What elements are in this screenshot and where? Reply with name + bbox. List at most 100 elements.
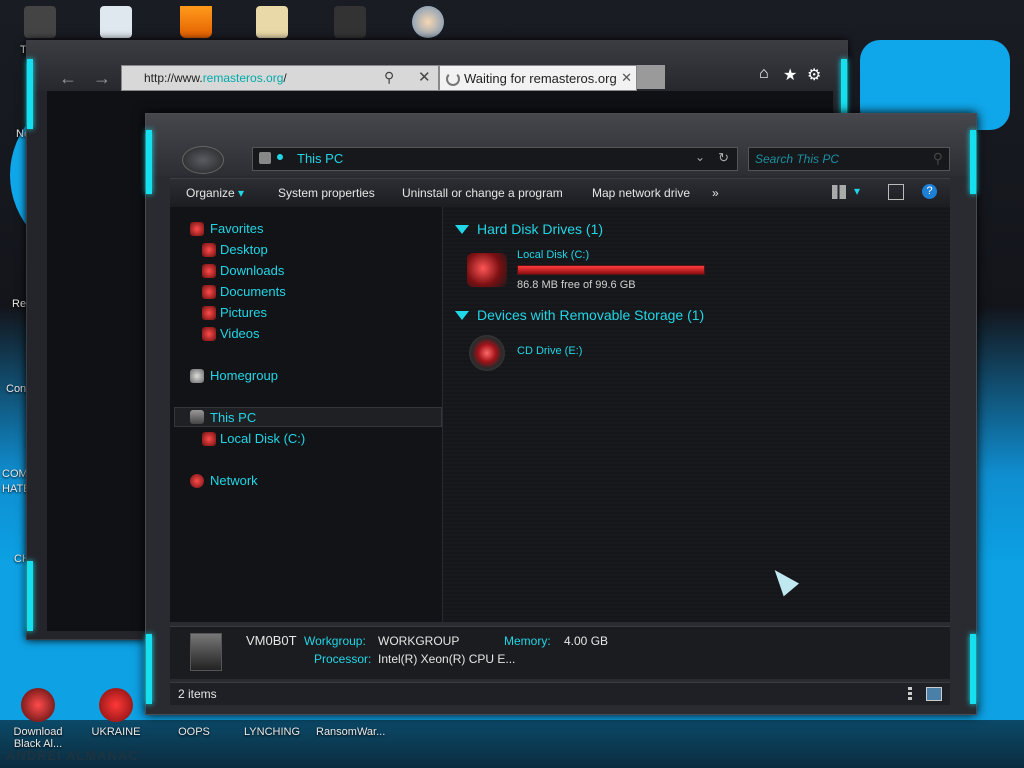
navigation-pane: Favorites Desktop Downloads Documents Pi… — [170, 207, 443, 622]
nav-item-videos[interactable]: Videos — [220, 326, 260, 341]
mouse-cursor-icon — [766, 563, 800, 597]
content-pane: Hard Disk Drives (1) Local Disk (C:) 86.… — [443, 207, 950, 622]
desktop-icon-top[interactable] — [334, 6, 366, 38]
organize-button[interactable]: Organize ▾ — [186, 186, 244, 200]
group-header-removable-storage[interactable]: Devices with Removable Storage (1) — [477, 307, 704, 323]
nav-item-downloads[interactable]: Downloads — [220, 263, 284, 278]
location-text: This PC — [297, 151, 344, 166]
user-icon[interactable] — [412, 6, 444, 38]
homegroup-icon — [190, 369, 204, 383]
drive-name: Local Disk (C:) — [517, 249, 590, 261]
desktop-icon-label: UKRAINE — [91, 726, 141, 738]
drive-free-space: 86.8 MB free of 99.6 GB — [517, 279, 636, 291]
search-input[interactable]: Search This PC ⚲ — [748, 147, 950, 171]
nav-item-pictures[interactable]: Pictures — [220, 305, 267, 320]
nav-item-local-disk[interactable]: Local Disk (C:) — [220, 431, 305, 446]
nav-item-this-pc[interactable]: This PC — [210, 410, 256, 425]
gear-icon[interactable]: ⚙ — [807, 65, 821, 85]
desktop: T Ne Req Cont COMM HATE CH Download Blac… — [0, 0, 1024, 768]
processor-value: Intel(R) Xeon(R) CPU E... — [378, 652, 516, 666]
workgroup-label: Workgroup: — [304, 634, 366, 648]
item-count: 2 items — [178, 687, 217, 701]
search-icon[interactable]: ⚲ — [933, 150, 943, 167]
nav-item-documents[interactable]: Documents — [220, 284, 286, 299]
pictures-icon — [202, 306, 216, 320]
cyan-accent — [146, 634, 152, 704]
drive-item-cd-drive[interactable]: CD Drive (E:) — [463, 335, 623, 375]
desktop-icon-label: Download Black Al... — [13, 726, 63, 750]
nav-item-homegroup[interactable]: Homegroup — [210, 368, 278, 383]
details-view-icon[interactable] — [908, 687, 912, 700]
uninstall-program-button[interactable]: Uninstall or change a program — [402, 186, 563, 200]
drive-item-local-disk[interactable]: Local Disk (C:) 86.8 MB free of 99.6 GB — [463, 247, 713, 293]
tab-close-icon[interactable]: ✕ — [621, 70, 632, 86]
explorer-body: Favorites Desktop Downloads Documents Pi… — [170, 207, 950, 622]
network-icon — [190, 474, 204, 488]
hard-drive-icon — [467, 253, 507, 287]
more-commands-button[interactable]: » — [712, 186, 719, 200]
map-network-drive-button[interactable]: Map network drive — [592, 186, 690, 200]
favorites-star-icon — [190, 222, 204, 236]
desktop-icon-top[interactable] — [24, 6, 56, 38]
videos-icon — [202, 327, 216, 341]
home-icon[interactable]: ⌂ — [759, 65, 769, 83]
explorer-address-bar[interactable]: This PC ⌄ ↻ — [252, 147, 738, 171]
desktop-icon-top[interactable] — [100, 6, 132, 38]
refresh-icon[interactable]: ↻ — [718, 150, 729, 166]
chevron-down-icon[interactable] — [455, 225, 469, 234]
desktop-icon-top[interactable] — [256, 6, 288, 38]
drive-usage-bar — [517, 265, 705, 275]
browser-tab[interactable]: Waiting for remasteros.org ✕ — [439, 65, 637, 91]
cyan-accent — [146, 130, 152, 194]
tab-title: Waiting for remasteros.org — [464, 71, 617, 86]
processor-label: Processor: — [314, 652, 372, 666]
desktop-icon-ukraine[interactable]: UKRAINE — [82, 688, 150, 738]
vlc-icon[interactable] — [180, 6, 212, 38]
desktop-icon-download[interactable]: Download Black Al... — [4, 688, 72, 750]
details-pane: VM0B0T Workgroup: WORKGROUP Memory: 4.00… — [170, 626, 950, 679]
watermark: ANDREI ALMANAC — [6, 748, 139, 763]
favorites-star-icon[interactable]: ★ — [783, 65, 797, 85]
back-arrow-icon[interactable]: ← — [57, 67, 79, 89]
chevron-down-icon[interactable]: ⌄ — [695, 150, 705, 164]
group-header-hard-disk-drives[interactable]: Hard Disk Drives (1) — [477, 221, 603, 237]
url-text: http://www.remasteros.org/ — [144, 71, 287, 85]
app-icon — [21, 688, 55, 722]
status-bar: 2 items — [170, 682, 950, 705]
nav-item-network[interactable]: Network — [210, 473, 258, 488]
large-icons-view-icon[interactable] — [926, 687, 942, 701]
forward-arrow-icon[interactable]: → — [91, 67, 113, 89]
nav-item-desktop[interactable]: Desktop — [220, 242, 268, 257]
computer-name: VM0B0T — [246, 633, 297, 648]
command-bar: Organize ▾ System properties Uninstall o… — [170, 178, 950, 208]
computer-icon — [259, 152, 271, 164]
system-properties-button[interactable]: System properties — [278, 186, 375, 200]
explorer-window: This PC ⌄ ↻ Search This PC ⚲ Organize ▾ … — [145, 113, 977, 715]
cyan-accent — [27, 59, 33, 129]
back-button[interactable] — [182, 146, 224, 174]
browser-address-bar[interactable]: http://www.remasteros.org/ ⚲ ✕ — [121, 65, 439, 91]
cyan-accent — [970, 130, 976, 194]
close-icon[interactable]: ✕ — [418, 68, 431, 86]
nav-item-favorites[interactable]: Favorites — [210, 221, 263, 236]
view-options-icon[interactable] — [832, 185, 846, 199]
computer-icon — [190, 633, 222, 671]
cyan-accent — [27, 561, 33, 631]
preview-pane-icon[interactable] — [888, 184, 904, 200]
cyan-accent — [970, 634, 976, 704]
desktop-icon-label: RansomWar... — [316, 726, 386, 738]
downloads-icon — [202, 264, 216, 278]
chevron-down-icon: ▾ — [238, 186, 245, 200]
desktop-icon — [202, 243, 216, 257]
new-tab-button[interactable] — [637, 65, 665, 89]
desktop-icon-label: OOPS — [178, 726, 210, 738]
help-icon[interactable]: ? — [922, 184, 937, 199]
search-placeholder: Search This PC — [755, 152, 840, 166]
drive-name: CD Drive (E:) — [517, 345, 583, 357]
memory-value: 4.00 GB — [564, 634, 609, 648]
memory-label: Memory: — [504, 634, 551, 648]
search-icon[interactable]: ⚲ — [384, 69, 394, 86]
drive-usage-fill — [518, 266, 704, 274]
chevron-down-icon[interactable]: ▾ — [854, 184, 860, 198]
chevron-down-icon[interactable] — [455, 311, 469, 320]
